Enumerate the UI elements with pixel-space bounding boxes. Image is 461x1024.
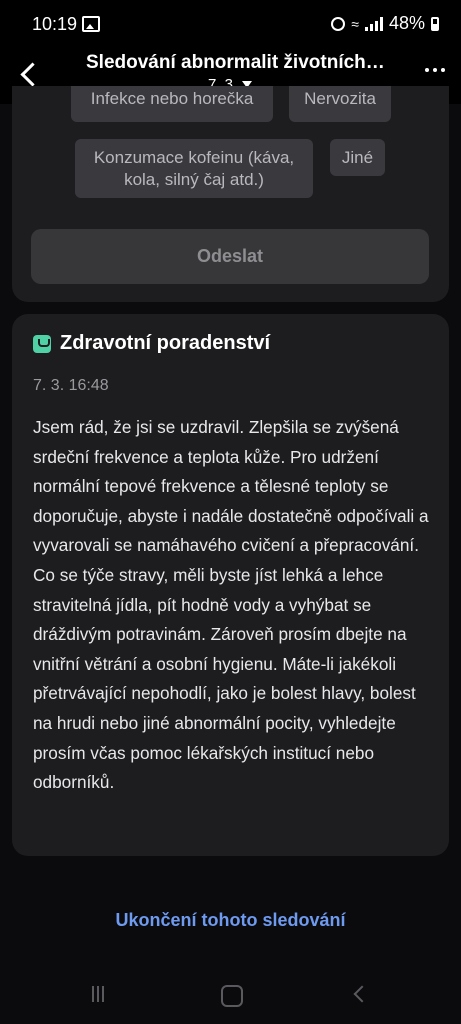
system-nav-bar [0, 964, 461, 1024]
symptom-card: Infekce nebo horečka Nervozita Konzumace… [12, 86, 449, 302]
signal-icon [364, 16, 383, 31]
nav-back-icon[interactable] [353, 985, 371, 1003]
advice-text: Jsem rád, že jsi se uzdravil. Zlepšila s… [33, 417, 429, 793]
status-time: 10:19 [32, 14, 78, 34]
home-icon[interactable] [221, 985, 243, 1007]
tag-nervousness[interactable]: Nervozita [289, 86, 391, 122]
back-arrow-icon[interactable] [18, 60, 42, 88]
page-title: Sledování abnormalit životních… [86, 52, 385, 73]
alarm-icon [331, 16, 346, 31]
advice-date: 7. 3. 16:48 [33, 377, 109, 394]
image-notification-icon [82, 16, 100, 32]
advice-title: Zdravotní poradenství [60, 332, 271, 354]
status-bar: 10:19 ≈ 48% [0, 0, 461, 46]
tag-caffeine[interactable]: Konzumace kofeinu (káva, kola, silný čaj… [75, 139, 313, 198]
battery-percent: 48% [388, 13, 425, 33]
tag-infection[interactable]: Infekce nebo horečka [71, 86, 273, 122]
more-options-icon[interactable] [425, 68, 445, 72]
end-monitoring-link[interactable]: Ukončení tohoto sledování [0, 910, 461, 931]
battery-icon [431, 16, 439, 31]
status-icons: ≈ 48% [331, 13, 439, 34]
recent-apps-icon[interactable] [92, 986, 104, 1002]
wifi-icon: ≈ [351, 15, 359, 32]
submit-button[interactable]: Odeslat [31, 229, 429, 284]
advice-icon [33, 335, 51, 353]
health-advice-card: Zdravotní poradenství 7. 3. 16:48 Jsem r… [12, 314, 449, 856]
tag-other[interactable]: Jiné [330, 139, 385, 176]
